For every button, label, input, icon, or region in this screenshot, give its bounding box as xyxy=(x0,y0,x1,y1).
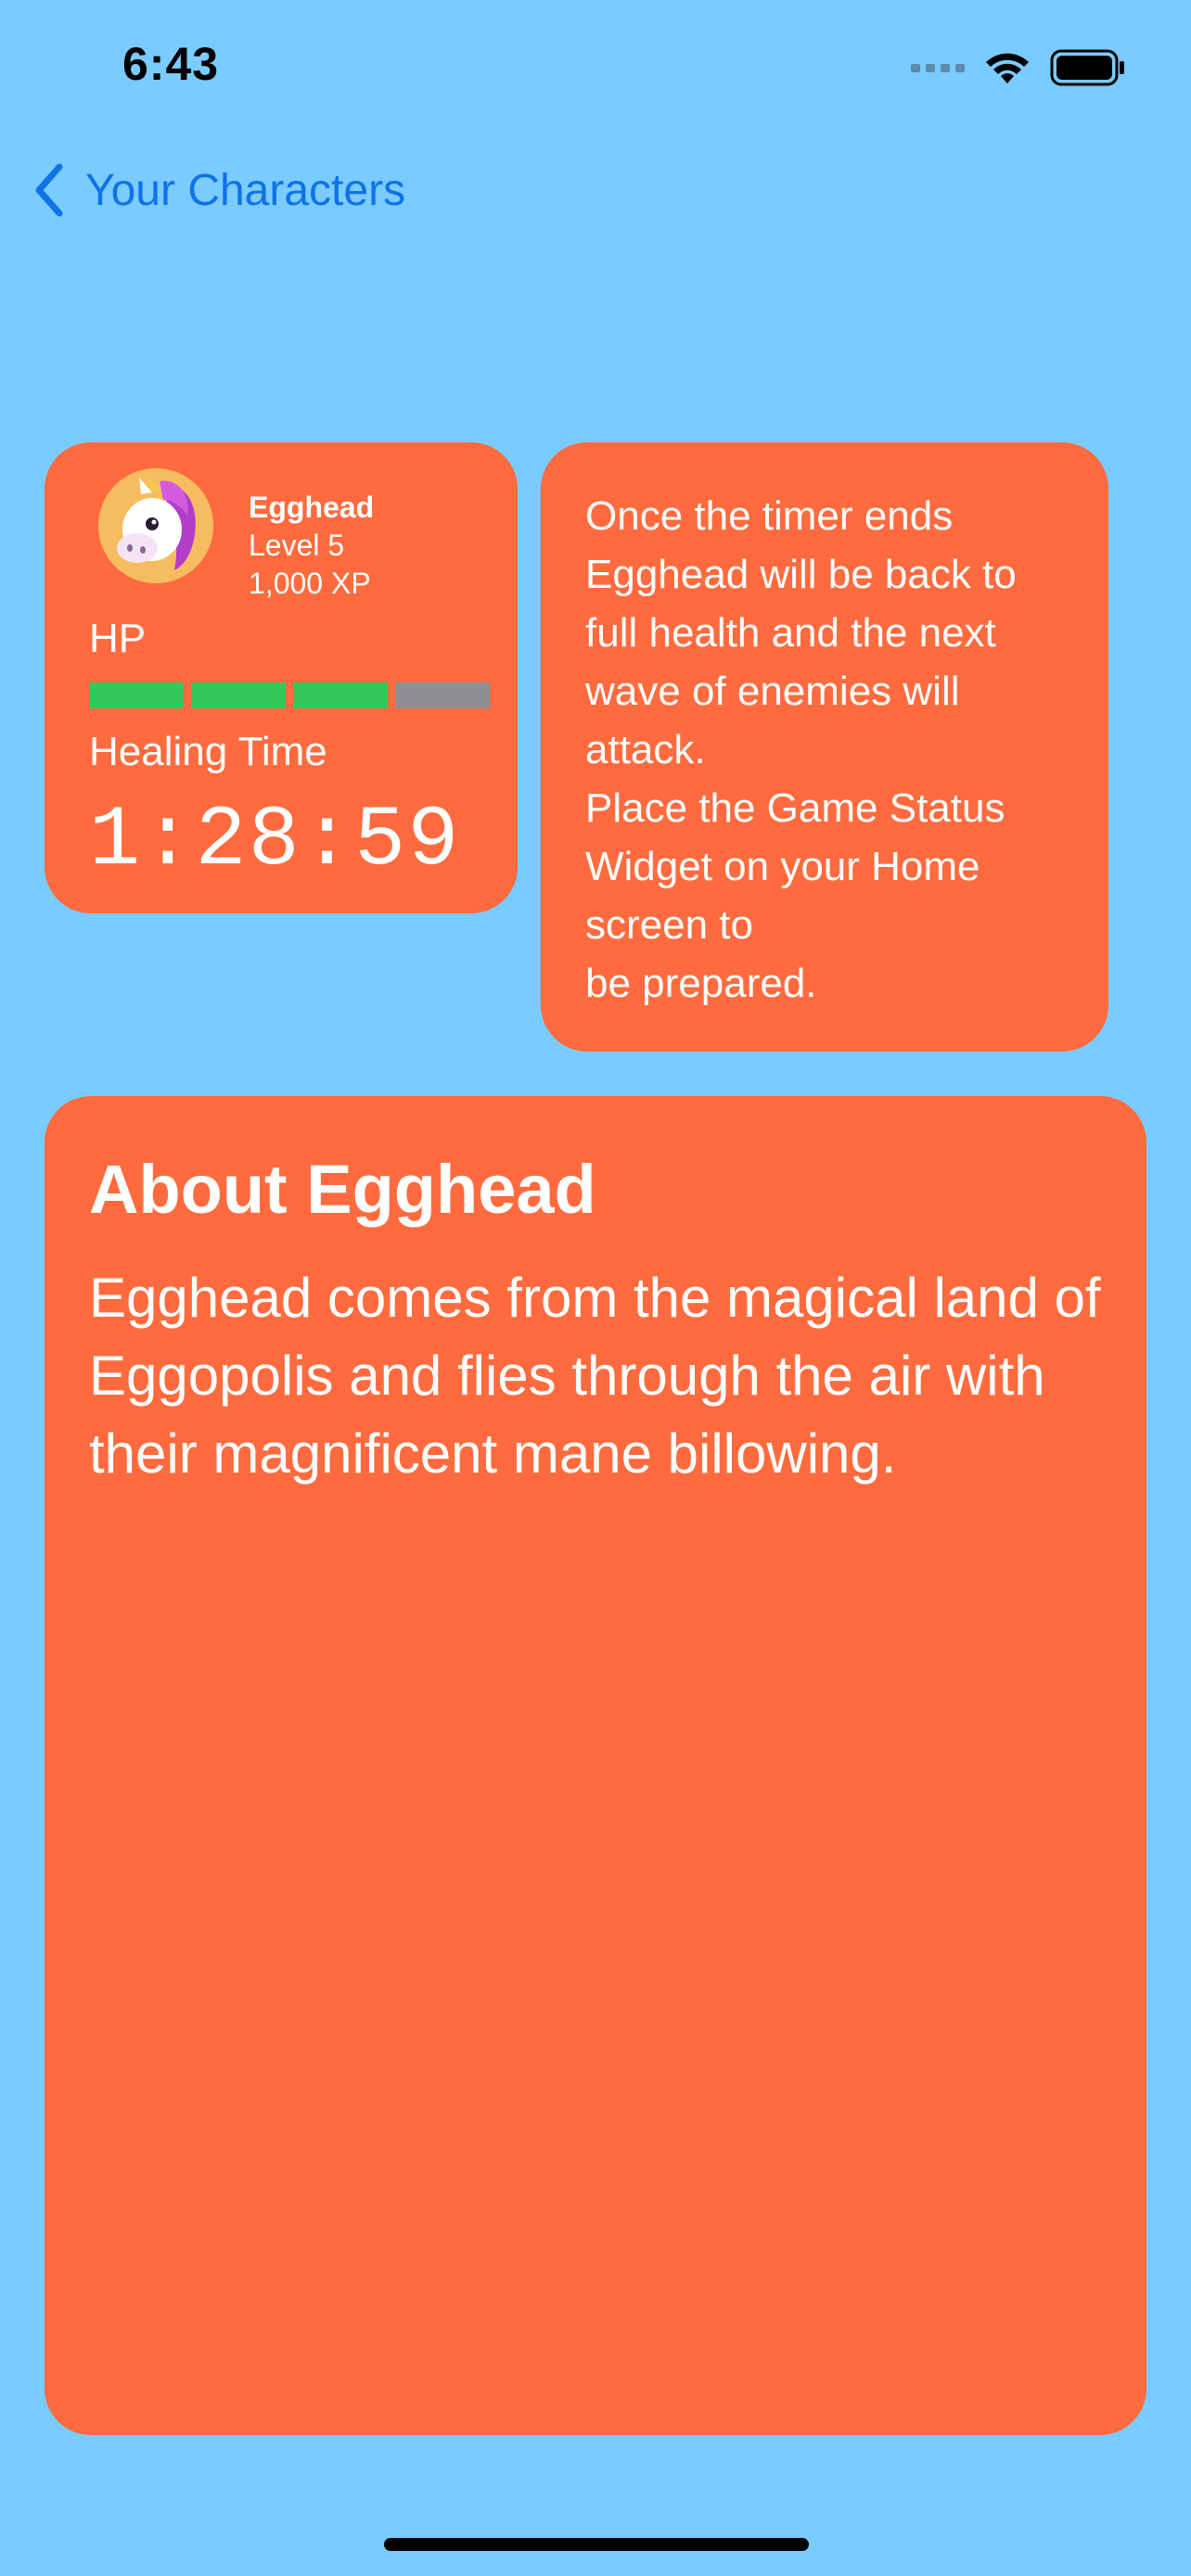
info-paragraph: Once the timer ends Egghead will be back… xyxy=(585,493,1017,772)
character-xp: 1,000 XP xyxy=(249,567,371,600)
character-level: Level 5 xyxy=(249,529,345,562)
character-status-card: Egghead Level 5 1,000 XP HP Healing Time… xyxy=(45,442,518,913)
cellular-signal-icon xyxy=(911,63,965,72)
hp-label: HP xyxy=(89,616,147,661)
widget-info-text: Once the timer ends Egghead will be back… xyxy=(585,487,1071,1013)
wifi-icon xyxy=(986,53,1029,83)
hp-segment-filled xyxy=(191,682,286,708)
character-header: Egghead Level 5 1,000 XP xyxy=(89,468,518,603)
battery-icon xyxy=(1050,49,1124,86)
status-icons xyxy=(911,45,1126,91)
unicorn-avatar-icon xyxy=(98,468,213,583)
hp-segment-filled xyxy=(89,682,184,708)
healing-time-label: Healing Time xyxy=(89,729,327,774)
character-meta: Egghead Level 5 1,000 XP xyxy=(249,489,374,603)
home-indicator[interactable] xyxy=(384,2538,809,2551)
info-paragraph: be prepared. xyxy=(585,961,817,1006)
about-card: About Egghead Egghead comes from the mag… xyxy=(45,1096,1146,2435)
info-paragraph: Place the Game Status Widget on your Hom… xyxy=(585,785,1005,948)
hp-segment-filled xyxy=(293,682,388,708)
back-button[interactable]: Your Characters xyxy=(32,162,405,218)
status-time: 6:43 xyxy=(122,38,220,90)
hp-bar xyxy=(89,682,518,708)
character-name: Egghead xyxy=(249,491,375,524)
about-body: Egghead comes from the magical land of E… xyxy=(89,1267,1101,1485)
widget-info-card: Once the timer ends Egghead will be back… xyxy=(541,442,1108,1052)
healing-timer: 1:28:59 xyxy=(89,792,461,889)
back-button-label: Your Characters xyxy=(85,165,406,215)
chevron-left-icon xyxy=(35,163,63,217)
about-title: About Egghead xyxy=(89,1151,596,1228)
hp-segment-empty xyxy=(395,682,490,708)
